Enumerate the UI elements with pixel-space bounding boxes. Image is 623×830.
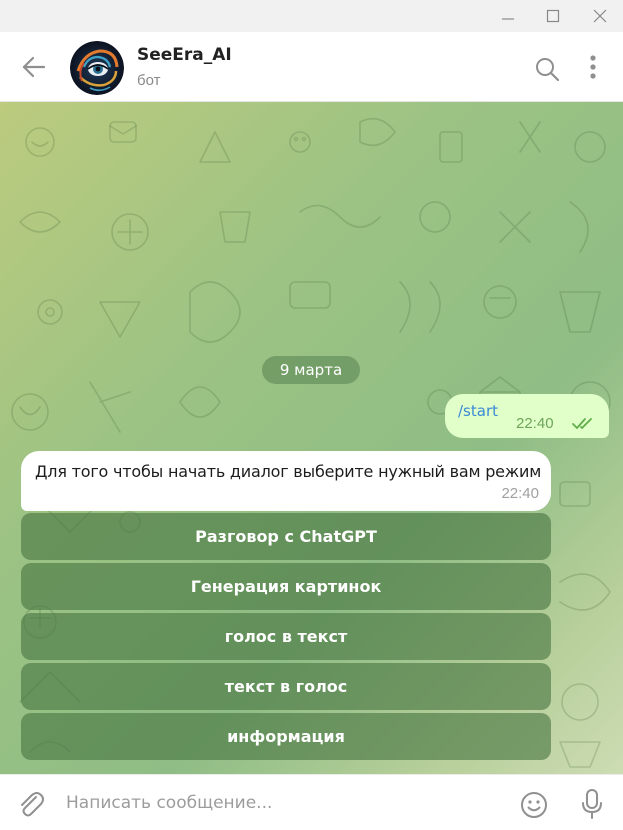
date-separator: 9 марта	[262, 356, 360, 384]
outgoing-message-text[interactable]: /start	[458, 402, 498, 420]
outgoing-message[interactable]: /start 22:40	[445, 394, 609, 438]
avatar[interactable]	[70, 41, 124, 95]
chat-header: SeeEra_AI бот	[0, 32, 623, 102]
incoming-message-time: 22:40	[501, 485, 539, 502]
double-check-icon	[571, 416, 597, 432]
minimize-icon[interactable]	[496, 4, 520, 28]
chat-status: бот	[137, 72, 161, 89]
close-icon[interactable]	[588, 4, 612, 28]
keyboard-button-chatgpt[interactable]: Разговор с ChatGPT	[21, 513, 551, 560]
chat-messages-area[interactable]: 9 марта /start 22:40 Для того чтобы нача…	[0, 102, 623, 774]
search-icon[interactable]	[532, 54, 562, 84]
emoji-icon[interactable]	[518, 789, 550, 821]
chat-title[interactable]: SeeEra_AI	[137, 45, 232, 65]
microphone-icon[interactable]	[578, 787, 606, 821]
keyboard-button-image-generation[interactable]: Генерация картинок	[21, 563, 551, 610]
keyboard-button-voice-to-text[interactable]: голос в текст	[21, 613, 551, 660]
message-input[interactable]	[66, 787, 496, 819]
maximize-icon[interactable]	[541, 4, 565, 28]
outgoing-message-time: 22:40	[516, 415, 554, 432]
keyboard-button-info[interactable]: информация	[21, 713, 551, 760]
keyboard-button-text-to-voice[interactable]: текст в голос	[21, 663, 551, 710]
back-arrow-icon[interactable]	[16, 53, 52, 81]
incoming-message-text: Для того чтобы начать диалог выберите ну…	[35, 462, 542, 481]
incoming-message[interactable]: Для того чтобы начать диалог выберите ну…	[21, 451, 551, 511]
paperclip-icon[interactable]	[14, 787, 48, 821]
window-titlebar	[0, 0, 623, 32]
message-composer	[0, 774, 623, 830]
more-vertical-icon[interactable]	[582, 52, 604, 82]
